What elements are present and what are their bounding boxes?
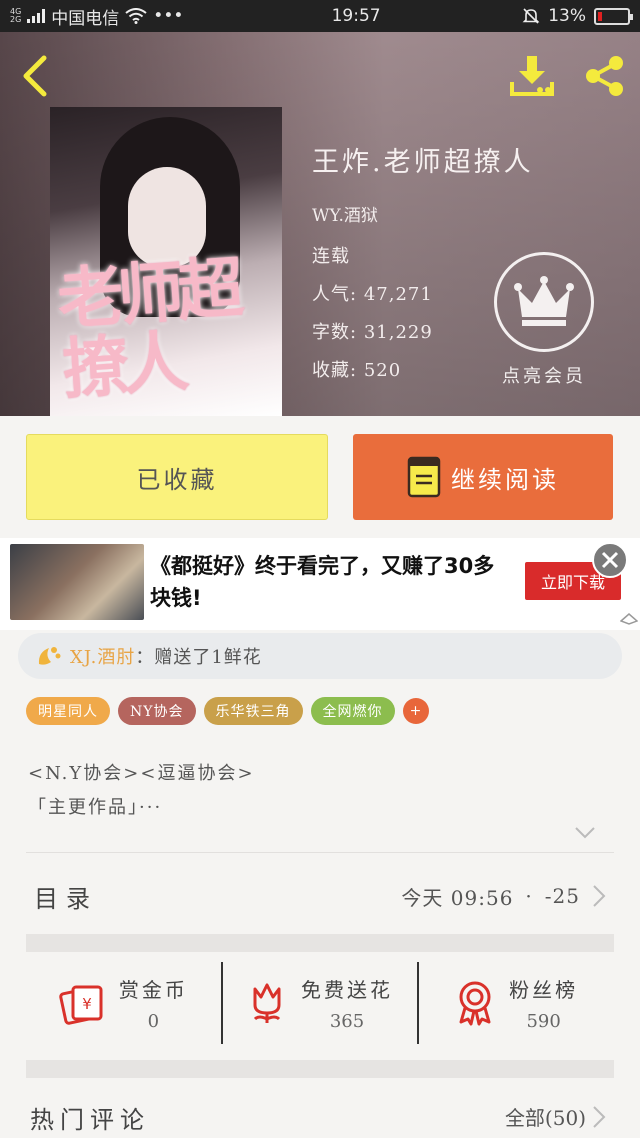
continue-reading-button[interactable]: 继续阅读 <box>353 434 613 520</box>
clock: 19:57 <box>331 6 381 26</box>
hot-comments-title: 热门评论 <box>30 1106 150 1134</box>
flower-icon <box>253 983 281 1023</box>
gift-message: ：赠送了1鲜花 <box>135 647 262 668</box>
fan-ranking-stat[interactable]: 粉丝榜 590 <box>417 962 614 1044</box>
ad-mark-icon <box>620 613 638 625</box>
tag-list: 明星同人 NY协会 乐华铁三角 全网燃你 + <box>26 697 429 725</box>
catalog-updated: 今天 09:56 <box>401 885 514 910</box>
tag-item[interactable]: 全网燃你 <box>310 697 395 725</box>
mute-bell-icon <box>522 8 540 24</box>
all-comments-link[interactable]: 全部(50) <box>505 1102 606 1131</box>
carrier-name: 中国电信 <box>51 8 120 29</box>
book-title: 王炸.老师超撩人 <box>312 147 534 178</box>
crown-icon <box>514 276 574 326</box>
svg-text:¥: ¥ <box>82 995 92 1013</box>
tag-item[interactable]: 明星同人 <box>26 697 110 725</box>
add-tag-button[interactable]: + <box>402 698 429 724</box>
download-icon[interactable] <box>508 52 556 100</box>
chevron-down-icon[interactable] <box>574 826 596 840</box>
ad-close-button[interactable] <box>592 542 628 578</box>
share-icon[interactable] <box>580 52 628 100</box>
red-envelope-icon: ¥ <box>59 985 103 1025</box>
member-button[interactable]: 点亮会员 <box>494 252 594 388</box>
network-type: 4G 2G <box>10 7 22 24</box>
battery-percent: 13% <box>548 6 586 26</box>
free-flowers-stat[interactable]: 免费送花 365 <box>220 962 418 1044</box>
back-arrow-icon[interactable] <box>18 54 54 98</box>
reward-coins-stat[interactable]: ¥ 赏金币 0 <box>26 962 221 1044</box>
medal-icon <box>459 981 491 1026</box>
tag-item[interactable]: NY协会 <box>118 697 196 725</box>
signal-icon <box>27 9 46 23</box>
book-description[interactable]: <N.Y协会><逗逼协会> 「主更作品」··· <box>28 757 255 825</box>
chevron-right-icon <box>593 1105 606 1128</box>
catalog-separator: · <box>525 884 533 908</box>
tag-item[interactable]: 乐华铁三角 <box>203 697 303 725</box>
member-label: 点亮会员 <box>502 366 586 387</box>
status-bar: 4G 2G 中国电信 ••• 19:57 13% <box>0 0 640 32</box>
ad-text: 《都挺好》终于看完了，又赚了30多块钱! <box>150 554 495 610</box>
section-separator <box>26 1060 614 1078</box>
catalog-label: 目录 <box>34 884 98 913</box>
flower-badge-icon <box>38 647 61 665</box>
gift-user: XJ.酒肘 <box>70 647 136 668</box>
book-header: 老师超撩人 王炸.老师超撩人 WY.酒狱 连载 人气: 47,271 字数: 3… <box>0 32 640 416</box>
collected-button[interactable]: 已收藏 <box>26 434 328 520</box>
catalog-count: -25 <box>544 884 580 908</box>
ad-banner[interactable]: 《都挺好》终于看完了，又赚了30多块钱! 立即下载 <box>0 538 640 630</box>
more-notifications: ••• <box>153 6 184 26</box>
cover-title: 老师超撩人 <box>55 248 241 409</box>
book-author[interactable]: WY.酒狱 <box>312 201 534 226</box>
gift-notice[interactable]: XJ.酒肘 ：赠送了1鲜花 <box>18 633 622 679</box>
ad-thumbnail <box>10 544 144 620</box>
section-separator <box>26 934 614 952</box>
hot-comments-header: 热门评论 全部(50) <box>0 1088 640 1138</box>
divider <box>26 852 614 853</box>
close-icon <box>601 551 619 569</box>
catalog-row[interactable]: 目录 今天 09:56 · -25 <box>0 862 640 930</box>
book-cover[interactable]: 老师超撩人 <box>50 107 282 416</box>
chevron-right-icon <box>593 885 606 907</box>
book-icon <box>407 456 441 498</box>
wifi-icon <box>125 8 147 24</box>
battery-icon <box>594 7 633 25</box>
stats-row: ¥ 赏金币 0 免费送花 365 粉丝榜 590 <box>26 962 614 1044</box>
